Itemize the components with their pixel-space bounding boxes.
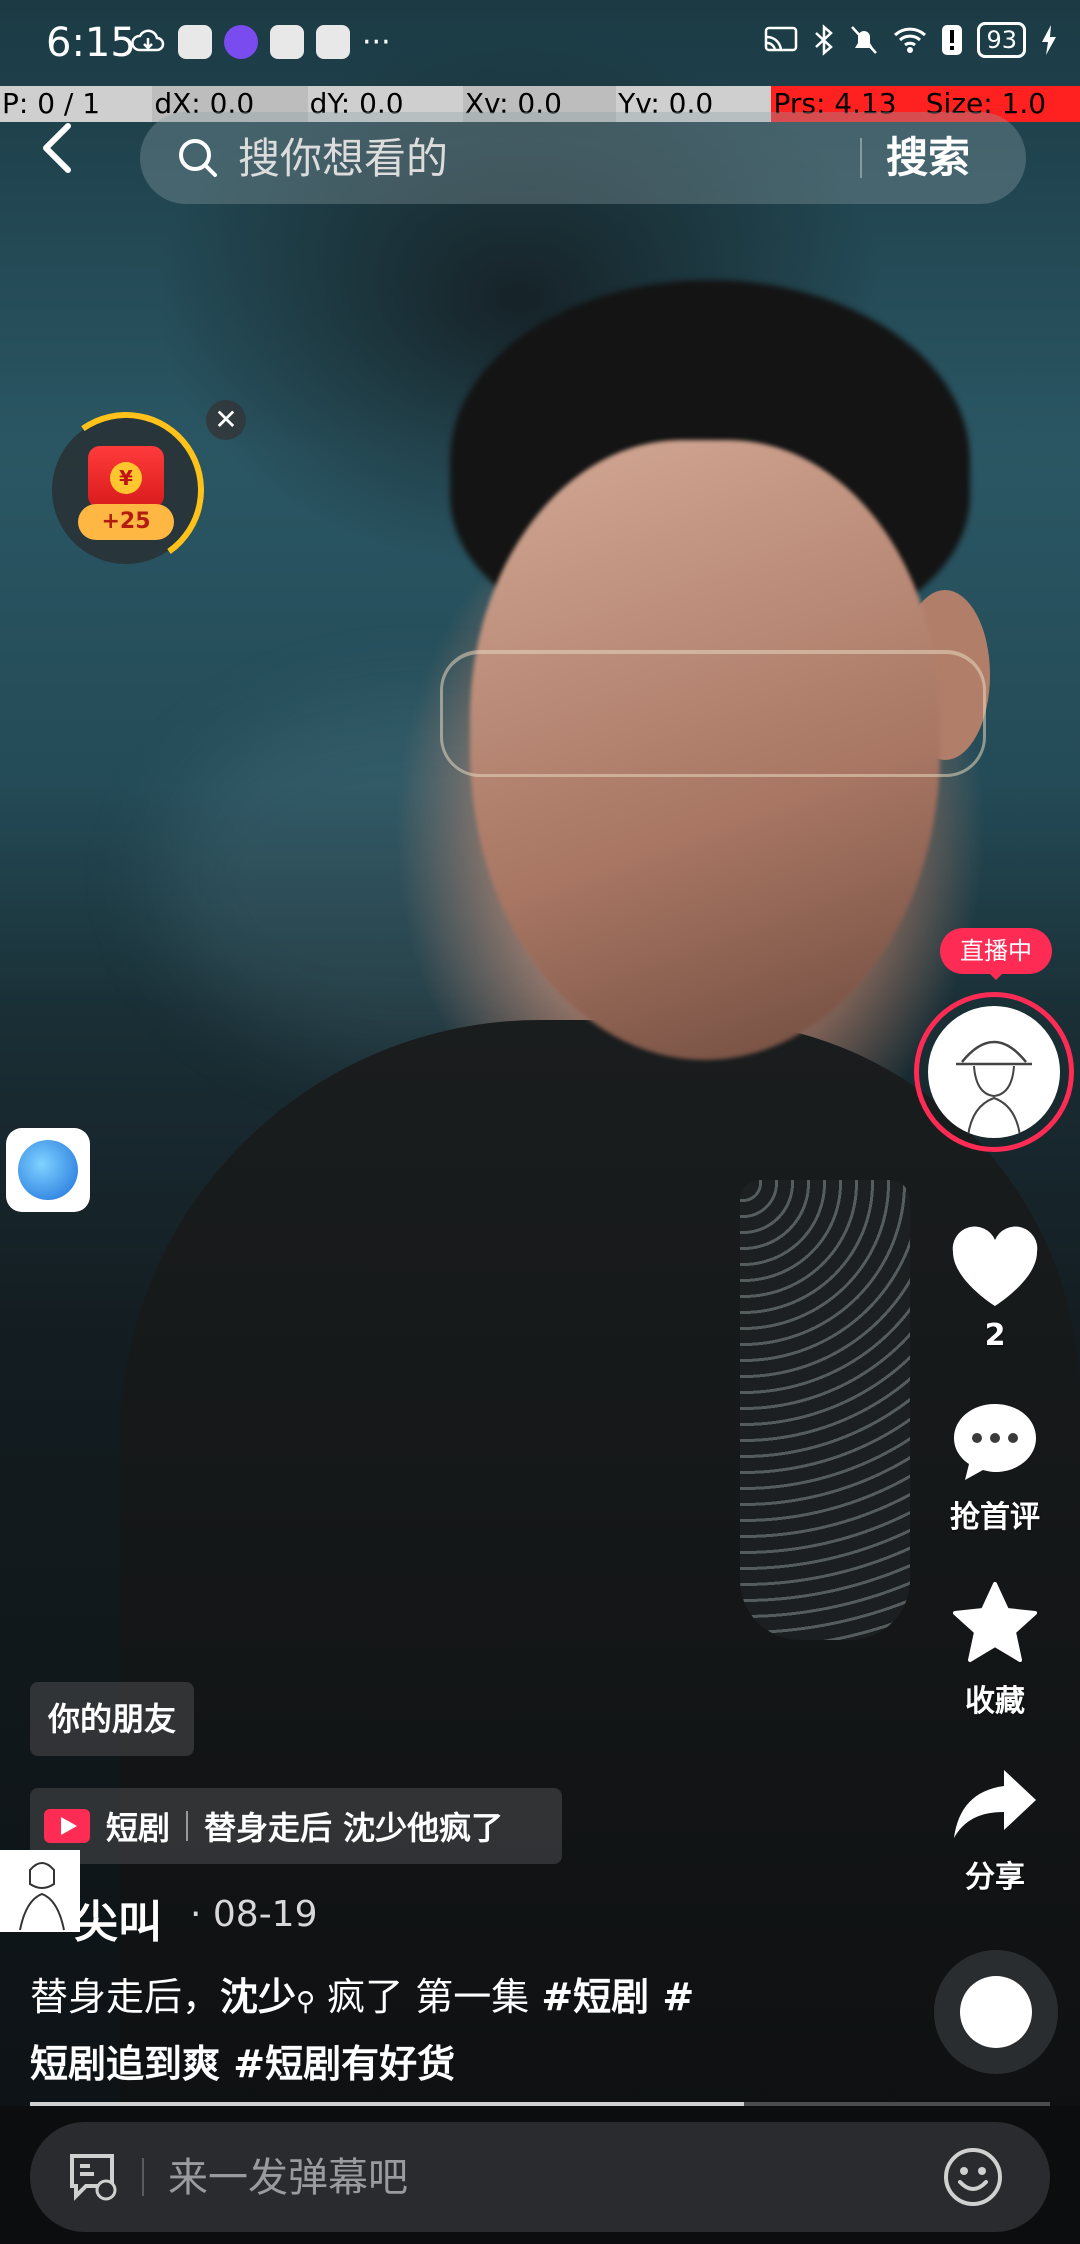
comment-icon	[954, 1404, 1036, 1480]
drama-title: 替身走后 沈少他疯了	[204, 1809, 504, 1847]
battery-level: 93	[977, 22, 1026, 58]
floating-app-icon[interactable]	[6, 1128, 90, 1212]
link-app-icon	[224, 25, 258, 59]
like-button[interactable]: 2	[930, 1224, 1060, 1353]
danmaku-bar	[30, 2122, 1050, 2232]
video-person-glasses	[440, 650, 986, 777]
search-icon	[179, 139, 217, 177]
video-frame[interactable]	[0, 0, 1080, 2244]
author-avatar[interactable]	[0, 1850, 80, 1932]
more-notifications-icon: ···	[362, 24, 391, 60]
hashtag-line[interactable]: 短剧追到爽 #短剧有好货	[30, 2042, 455, 2086]
video-person-tie	[740, 1180, 910, 1640]
cast-icon	[765, 26, 798, 52]
back-button[interactable]	[34, 118, 86, 178]
status-notification-icons: ···	[130, 24, 391, 60]
play-icon	[44, 1809, 90, 1843]
friend-tag[interactable]: 你的朋友	[30, 1682, 195, 1756]
drama-divider	[186, 1811, 189, 1841]
desc-text: 替身走后，	[30, 1975, 221, 2019]
coin-icon: ¥	[110, 462, 142, 494]
back-icon	[43, 123, 71, 173]
search-bar[interactable]: 搜索	[140, 112, 1026, 204]
share-label: 分享	[965, 1860, 1025, 1895]
favorite-label: 收藏	[965, 1684, 1025, 1719]
desc-keyword[interactable]: 沈少	[220, 1975, 296, 2019]
app-notification-icon	[178, 25, 212, 59]
debug-pointer-count: P: 0 / 1	[0, 86, 153, 122]
emoji-icon[interactable]	[942, 2146, 1004, 2208]
short-drama-tag[interactable]: 短剧 替身走后 沈少他疯了	[30, 1788, 562, 1864]
keyword-search-icon: ⚲	[296, 1987, 316, 2017]
search-input[interactable]	[236, 126, 840, 190]
red-packet-close-button[interactable]: ✕	[206, 400, 246, 440]
huawei-app-icon	[316, 25, 350, 59]
video-description[interactable]: 替身走后，沈少⚲ 疯了 第一集 #短剧 # 短剧追到爽 #短剧有好货	[30, 1966, 790, 2095]
share-icon	[954, 1770, 1036, 1838]
status-time: 6:15	[46, 20, 136, 66]
danmaku-input[interactable]	[166, 2144, 850, 2212]
bluetooth-icon	[815, 24, 834, 56]
alert-icon	[942, 25, 963, 55]
mute-bell-icon	[851, 26, 878, 54]
comment-button[interactable]: 抢首评	[930, 1400, 1060, 1536]
music-cover-icon	[960, 1976, 1032, 2048]
wifi-icon	[894, 27, 927, 53]
charging-icon	[1042, 25, 1056, 55]
heart-icon	[952, 1226, 1038, 1306]
search-divider	[860, 138, 862, 178]
red-packet-amount: +25	[78, 504, 174, 540]
red-packet-widget[interactable]: ¥ +25	[35, 399, 217, 581]
author-sketch-icon	[19, 1862, 65, 1931]
search-button[interactable]: 搜索	[886, 126, 970, 190]
music-disc[interactable]	[934, 1950, 1058, 2074]
post-date: · 08-19	[190, 1894, 318, 1935]
favorite-button[interactable]: 收藏	[930, 1580, 1060, 1720]
avatar-sketch-icon	[956, 1040, 1032, 1137]
globe-icon	[18, 1140, 78, 1200]
drama-label: 短剧	[106, 1809, 171, 1847]
desc-text: 疯了 第一集	[315, 1975, 542, 2019]
author-name[interactable]: 尖叫	[74, 1886, 162, 1950]
hashtag[interactable]: #短剧 #	[541, 1975, 694, 2019]
share-button[interactable]: 分享	[930, 1764, 1060, 1896]
creator-avatar[interactable]	[928, 1006, 1060, 1138]
star-icon	[953, 1582, 1037, 1662]
like-count: 2	[984, 1318, 1006, 1353]
danmaku-divider	[142, 2158, 144, 2196]
live-badge[interactable]: 直播中	[940, 928, 1052, 980]
comment-label: 抢首评	[950, 1500, 1040, 1535]
status-bar: 6:15 ··· 93	[0, 0, 1080, 86]
app-notification-icon	[270, 25, 304, 59]
danmaku-icon[interactable]	[64, 2150, 120, 2204]
status-system-icons: 93	[763, 22, 1058, 58]
cloud-download-icon	[131, 29, 165, 52]
